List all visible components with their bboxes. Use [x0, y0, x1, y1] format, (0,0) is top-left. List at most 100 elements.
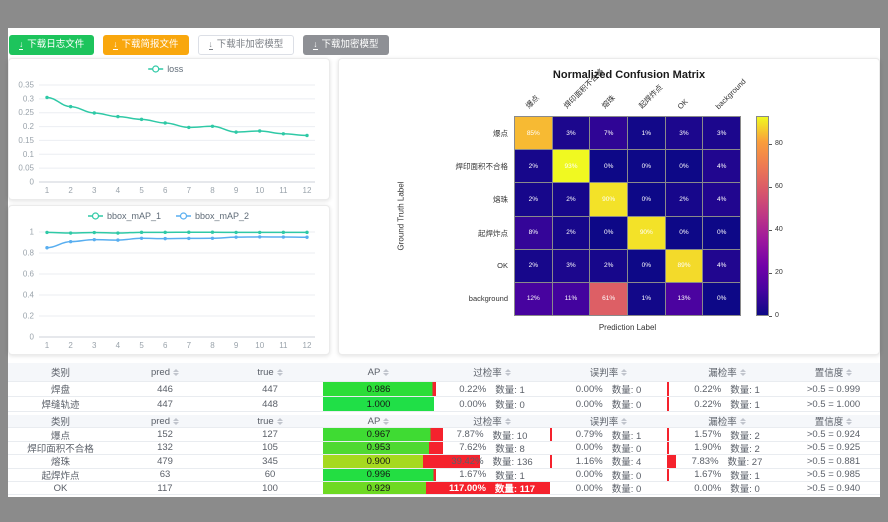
column-header-class: 类别 [8, 363, 113, 381]
rate-percent: 0.79% [576, 429, 603, 440]
legend-item-loss[interactable]: loss [148, 64, 184, 74]
rate-percent: 1.57% [694, 429, 721, 440]
download-icon: ↓ [209, 40, 213, 50]
legend-item-bbox_mAP_2[interactable]: bbox_mAP_2 [176, 211, 249, 221]
rate-count: 数量: 1 [730, 382, 760, 396]
svg-text:1: 1 [45, 341, 50, 350]
table-row: 起焊炸点63600.9961.67%数量: 10.00%数量: 01.67%数量… [8, 469, 880, 482]
column-header-mis[interactable]: 误判率 [550, 415, 667, 427]
column-header-true[interactable]: true [217, 415, 323, 427]
matrix-cell: 1% [628, 283, 665, 315]
sort-caret-icon[interactable] [846, 418, 852, 425]
rate-count: 数量: 1 [612, 428, 642, 440]
column-header-label: AP [368, 416, 381, 427]
rate-percent: 0.22% [694, 384, 721, 395]
column-header-miss[interactable]: 漏检率 [667, 415, 787, 427]
matrix-cell-value: 0% [717, 229, 726, 236]
matrix-cell-value: 61% [602, 295, 615, 302]
rate-count: 数量: 1 [495, 382, 525, 396]
download-log-button[interactable]: ↓ 下载日志文件 [9, 35, 94, 55]
sort-caret-icon[interactable] [383, 418, 389, 425]
sort-caret-icon[interactable] [846, 369, 852, 376]
sort-caret-icon[interactable] [740, 418, 746, 425]
pred-cell: 152 [113, 428, 217, 440]
matrix-cell: 13% [666, 283, 703, 315]
matrix-cell: 8% [515, 217, 552, 249]
confusion-matrix-title: Normalized Confusion Matrix [459, 69, 799, 81]
rate-bar [667, 469, 669, 481]
column-header-over[interactable]: 过检率 [434, 415, 550, 427]
column-header-true[interactable]: true [217, 363, 323, 381]
column-header-pred[interactable]: pred [113, 415, 217, 427]
svg-text:1: 1 [30, 228, 35, 237]
sort-caret-icon[interactable] [505, 369, 511, 376]
svg-text:9: 9 [234, 341, 239, 350]
column-header-conf[interactable]: 置信度 [787, 363, 880, 381]
matrix-cell-value: 90% [640, 229, 653, 236]
column-header-ap[interactable]: AP [323, 415, 434, 427]
svg-text:loss: loss [167, 64, 184, 74]
download-unencrypted-model-button[interactable]: ↓ 下载非加密模型 [198, 35, 295, 55]
sort-caret-icon[interactable] [277, 369, 283, 376]
svg-text:0.2: 0.2 [23, 122, 35, 131]
download-report-button[interactable]: ↓ 下载简报文件 [103, 35, 188, 55]
svg-text:10: 10 [255, 341, 264, 350]
true-cell: 448 [217, 397, 323, 411]
sort-caret-icon[interactable] [505, 418, 511, 425]
colorbar-tick-label: 0 [775, 312, 779, 319]
class-cell: 焊印面积不合格 [8, 442, 113, 454]
svg-text:3: 3 [92, 186, 97, 195]
matrix-cell-value: 89% [677, 262, 690, 269]
matrix-cell: 4% [703, 183, 740, 215]
column-header-label: true [257, 367, 273, 378]
column-header-miss[interactable]: 漏检率 [667, 363, 787, 381]
rate-percent: 0.00% [459, 399, 486, 410]
column-header-mis[interactable]: 误判率 [550, 363, 667, 381]
column-header-ap[interactable]: AP [323, 363, 434, 381]
rate-bar [667, 397, 669, 411]
matrix-cell: 0% [628, 183, 665, 215]
misjudge-rate-cell: 0.00%数量: 0 [550, 397, 667, 411]
colorbar-tick-label: 60 [775, 183, 783, 190]
rate-count: 数量: 8 [495, 442, 525, 454]
legend-item-bbox_mAP_1[interactable]: bbox_mAP_1 [88, 211, 161, 221]
matrix-cell: 0% [666, 150, 703, 182]
sort-caret-icon[interactable] [173, 369, 179, 376]
matrix-cell: 3% [666, 117, 703, 149]
matrix-cell-value: 3% [566, 262, 575, 269]
pred-cell: 479 [113, 455, 217, 467]
matrix-row-label: 熔珠 [493, 194, 508, 205]
pred-cell: 117 [113, 482, 217, 494]
sort-caret-icon[interactable] [277, 418, 283, 425]
column-header-label: 误判率 [590, 415, 619, 427]
svg-text:10: 10 [255, 186, 264, 195]
sort-caret-icon[interactable] [621, 418, 627, 425]
rate-count: 数量: 117 [495, 482, 535, 494]
matrix-row-label: OK [497, 261, 508, 270]
download-encrypted-model-button[interactable]: ↓ 下载加密模型 [303, 35, 388, 55]
matrix-cell: 0% [628, 150, 665, 182]
matrix-cell: 3% [553, 117, 590, 149]
column-header-pred[interactable]: pred [113, 363, 217, 381]
matrix-cell: 2% [666, 183, 703, 215]
colorbar [756, 116, 769, 316]
matrix-cell: 0% [703, 217, 740, 249]
column-header-label: true [257, 416, 273, 427]
overdetect-rate-cell: 7.87%数量: 10 [434, 428, 550, 440]
download-icon: ↓ [113, 40, 117, 50]
matrix-cell: 0% [590, 150, 627, 182]
misjudge-rate-cell: 0.00%数量: 0 [550, 382, 667, 396]
miss-rate-cell: 7.83%数量: 27 [667, 455, 787, 467]
column-header-over[interactable]: 过检率 [434, 363, 550, 381]
rate-percent: 0.00% [576, 399, 603, 410]
column-header-conf[interactable]: 置信度 [787, 415, 880, 427]
matrix-cell: 2% [553, 183, 590, 215]
sort-caret-icon[interactable] [621, 369, 627, 376]
colorbar-tick [769, 273, 772, 274]
sort-caret-icon[interactable] [173, 418, 179, 425]
colorbar-tick [769, 187, 772, 188]
column-header-label: pred [151, 367, 170, 378]
sort-caret-icon[interactable] [740, 369, 746, 376]
sort-caret-icon[interactable] [383, 369, 389, 376]
matrix-cell-value: 4% [717, 163, 726, 170]
